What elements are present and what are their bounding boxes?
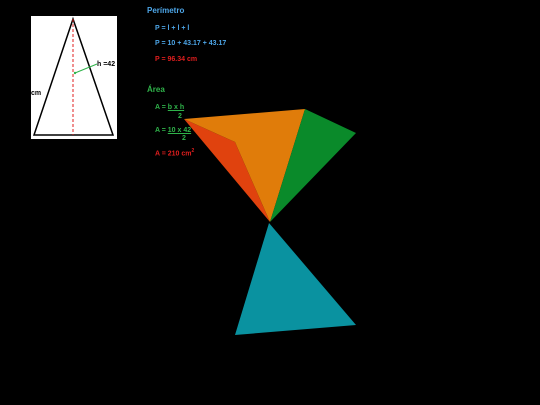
teal-triangle	[235, 223, 356, 335]
pyramid-shapes	[184, 109, 356, 335]
